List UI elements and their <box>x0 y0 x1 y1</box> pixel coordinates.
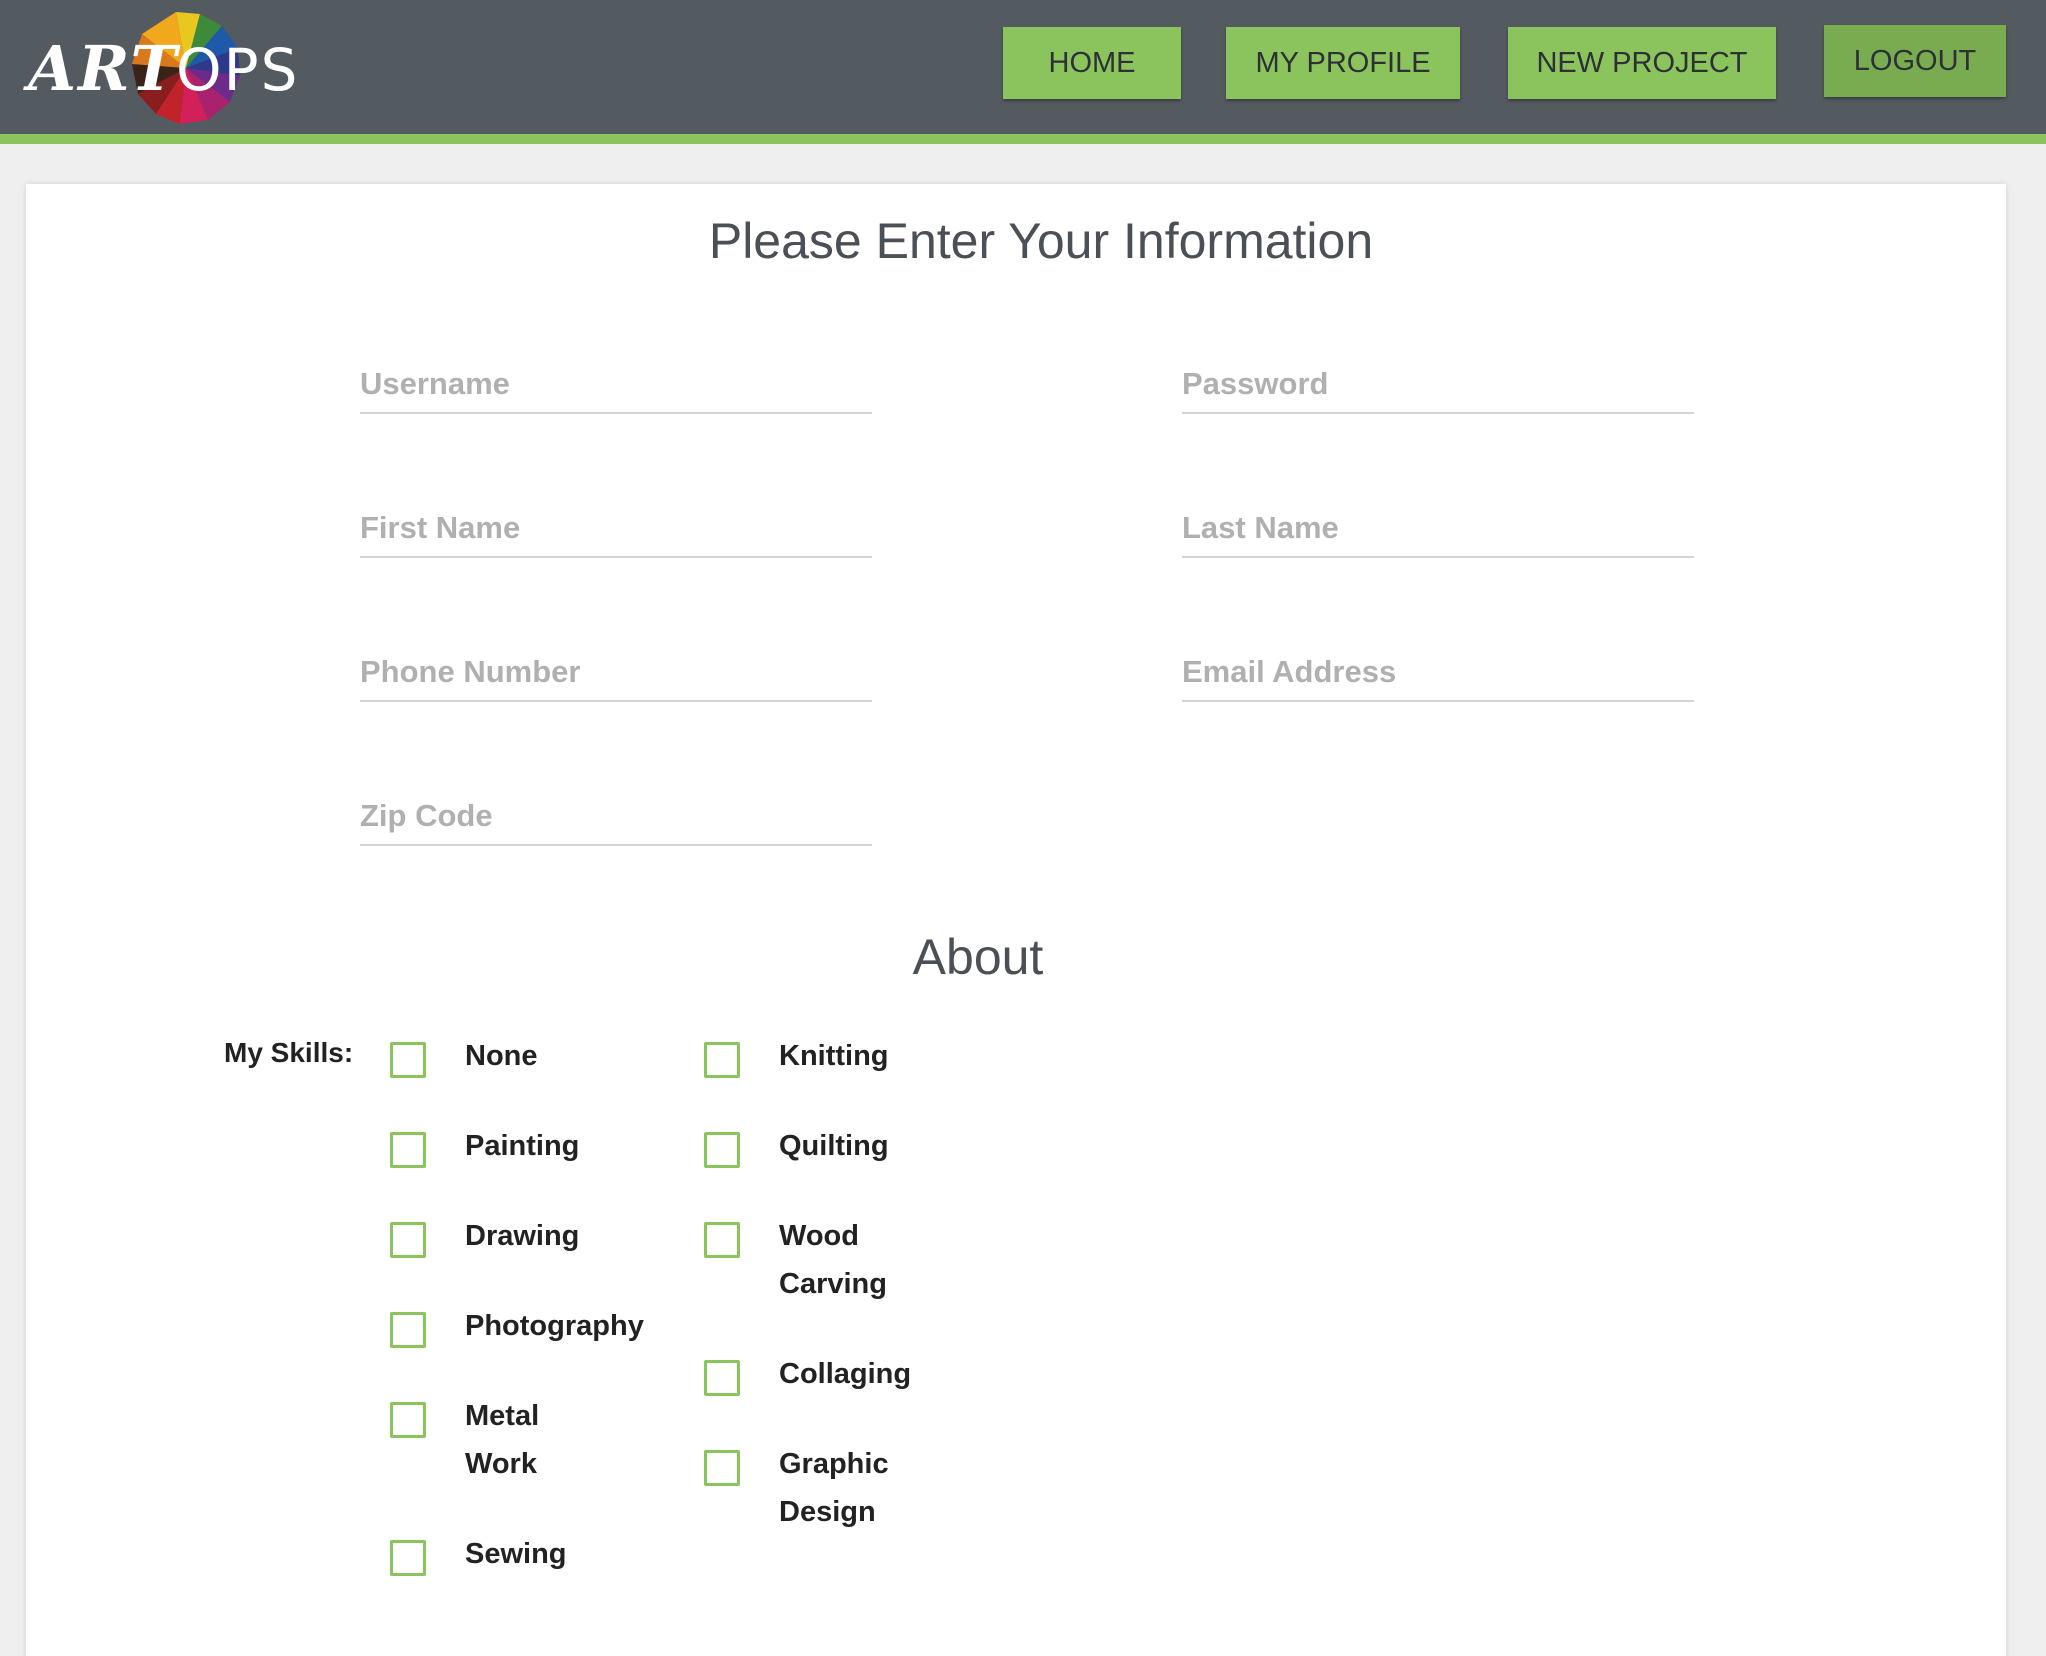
skill-drawing[interactable]: Drawing <box>390 1219 579 1260</box>
first-name-field <box>360 500 872 558</box>
skill-knitting[interactable]: Knitting <box>704 1039 889 1080</box>
skill-label: Painting <box>465 1130 580 1162</box>
skill-label: Wood Carving <box>779 1220 887 1300</box>
logo-ops-text: OPS <box>176 36 300 104</box>
checkbox[interactable] <box>390 1312 426 1348</box>
checkbox[interactable] <box>390 1042 426 1078</box>
skill-label: Knitting <box>779 1040 889 1072</box>
checkbox[interactable] <box>390 1132 426 1168</box>
last-name-input[interactable] <box>1182 500 1694 556</box>
password-input[interactable] <box>1182 356 1694 412</box>
skill-collaging[interactable]: Collaging <box>704 1357 911 1398</box>
zip-input[interactable] <box>360 788 872 844</box>
home-button[interactable]: HOME <box>1003 27 1181 99</box>
skill-wood-carving[interactable]: Wood Carving <box>704 1219 919 1308</box>
checkbox[interactable] <box>390 1540 426 1576</box>
top-navbar: ART OPS HOME MY PROFILE NEW PROJECT LOGO… <box>0 0 2046 144</box>
skill-label: Collaging <box>779 1358 912 1390</box>
artops-logo[interactable]: ART OPS <box>28 8 297 126</box>
first-name-input[interactable] <box>360 500 872 556</box>
logo-art-text: ART <box>28 32 179 105</box>
my-profile-button[interactable]: MY PROFILE <box>1226 27 1460 99</box>
skill-label: None <box>465 1040 538 1072</box>
username-input[interactable] <box>360 356 872 412</box>
skill-label: Sewing <box>465 1538 567 1570</box>
skills-label: My Skills: <box>224 1037 354 1068</box>
skill-painting[interactable]: Painting <box>390 1129 579 1170</box>
phone-field <box>360 644 872 702</box>
skill-label: Graphic Design <box>779 1448 889 1528</box>
skill-quilting[interactable]: Quilting <box>704 1129 889 1170</box>
new-project-button[interactable]: NEW PROJECT <box>1508 27 1776 99</box>
skill-sewing[interactable]: Sewing <box>390 1537 567 1578</box>
checkbox[interactable] <box>704 1222 740 1258</box>
skill-none[interactable]: None <box>390 1039 538 1080</box>
checkbox[interactable] <box>704 1042 740 1078</box>
phone-input[interactable] <box>360 644 872 700</box>
skill-label: Quilting <box>779 1130 889 1162</box>
last-name-field <box>1182 500 1694 558</box>
skill-label: Drawing <box>465 1220 580 1252</box>
checkbox[interactable] <box>390 1402 426 1438</box>
checkbox[interactable] <box>704 1360 740 1396</box>
zip-field <box>360 788 872 846</box>
logout-button[interactable]: LOGOUT <box>1824 25 2006 97</box>
email-field <box>1182 644 1694 702</box>
registration-card: Please Enter Your Information <box>26 184 2006 1656</box>
skill-label: Photography <box>465 1310 644 1342</box>
checkbox[interactable] <box>704 1450 740 1486</box>
password-field <box>1182 356 1694 414</box>
skill-graphic-design[interactable]: Graphic Design <box>704 1447 919 1536</box>
page-title: Please Enter Your Information <box>708 213 1374 269</box>
skill-label: Metal Work <box>465 1400 540 1480</box>
username-field <box>360 356 872 414</box>
skill-metal-work[interactable]: Metal Work <box>390 1399 605 1488</box>
checkbox[interactable] <box>704 1132 740 1168</box>
about-title: About <box>912 929 1044 985</box>
checkbox[interactable] <box>390 1222 426 1258</box>
skill-photography[interactable]: Photography <box>390 1309 644 1350</box>
email-input[interactable] <box>1182 644 1694 700</box>
